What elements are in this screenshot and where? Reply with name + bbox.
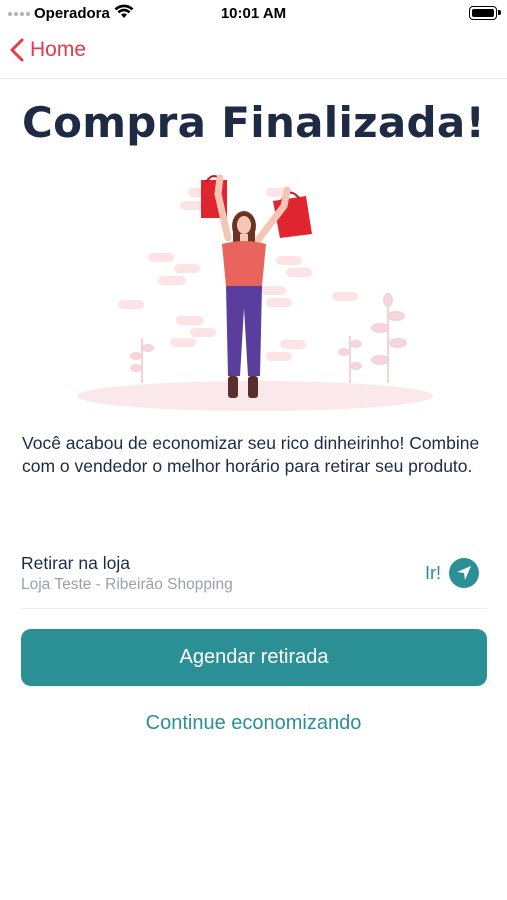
- back-button[interactable]: Home: [10, 38, 86, 62]
- battery-icon: [469, 6, 501, 20]
- success-message: Você acabou de economizar seu rico dinhe…: [22, 433, 480, 476]
- chevron-left-icon: [10, 38, 24, 62]
- status-bar: Operadora 10:01 AM: [0, 0, 507, 28]
- back-label: Home: [30, 38, 87, 61]
- navigation-bar: Home: [0, 30, 507, 79]
- go-button[interactable]: Ir!: [425, 558, 479, 588]
- pickup-row: Retirar na loja Loja Teste - Ribeirão Sh…: [21, 548, 487, 609]
- navigation-arrow-icon: [449, 558, 479, 588]
- go-label: Ir!: [425, 562, 441, 583]
- page-title: Compra Finalizada!: [21, 98, 486, 147]
- shopping-woman-illustration: [70, 168, 440, 418]
- pickup-store: Loja Teste - Ribeirão Shopping: [21, 576, 233, 593]
- schedule-pickup-button[interactable]: Agendar retirada: [21, 629, 487, 686]
- pickup-title: Retirar na loja: [21, 553, 130, 573]
- continue-shopping-button[interactable]: Continue economizando: [0, 712, 507, 735]
- status-time: 10:01 AM: [220, 5, 287, 22]
